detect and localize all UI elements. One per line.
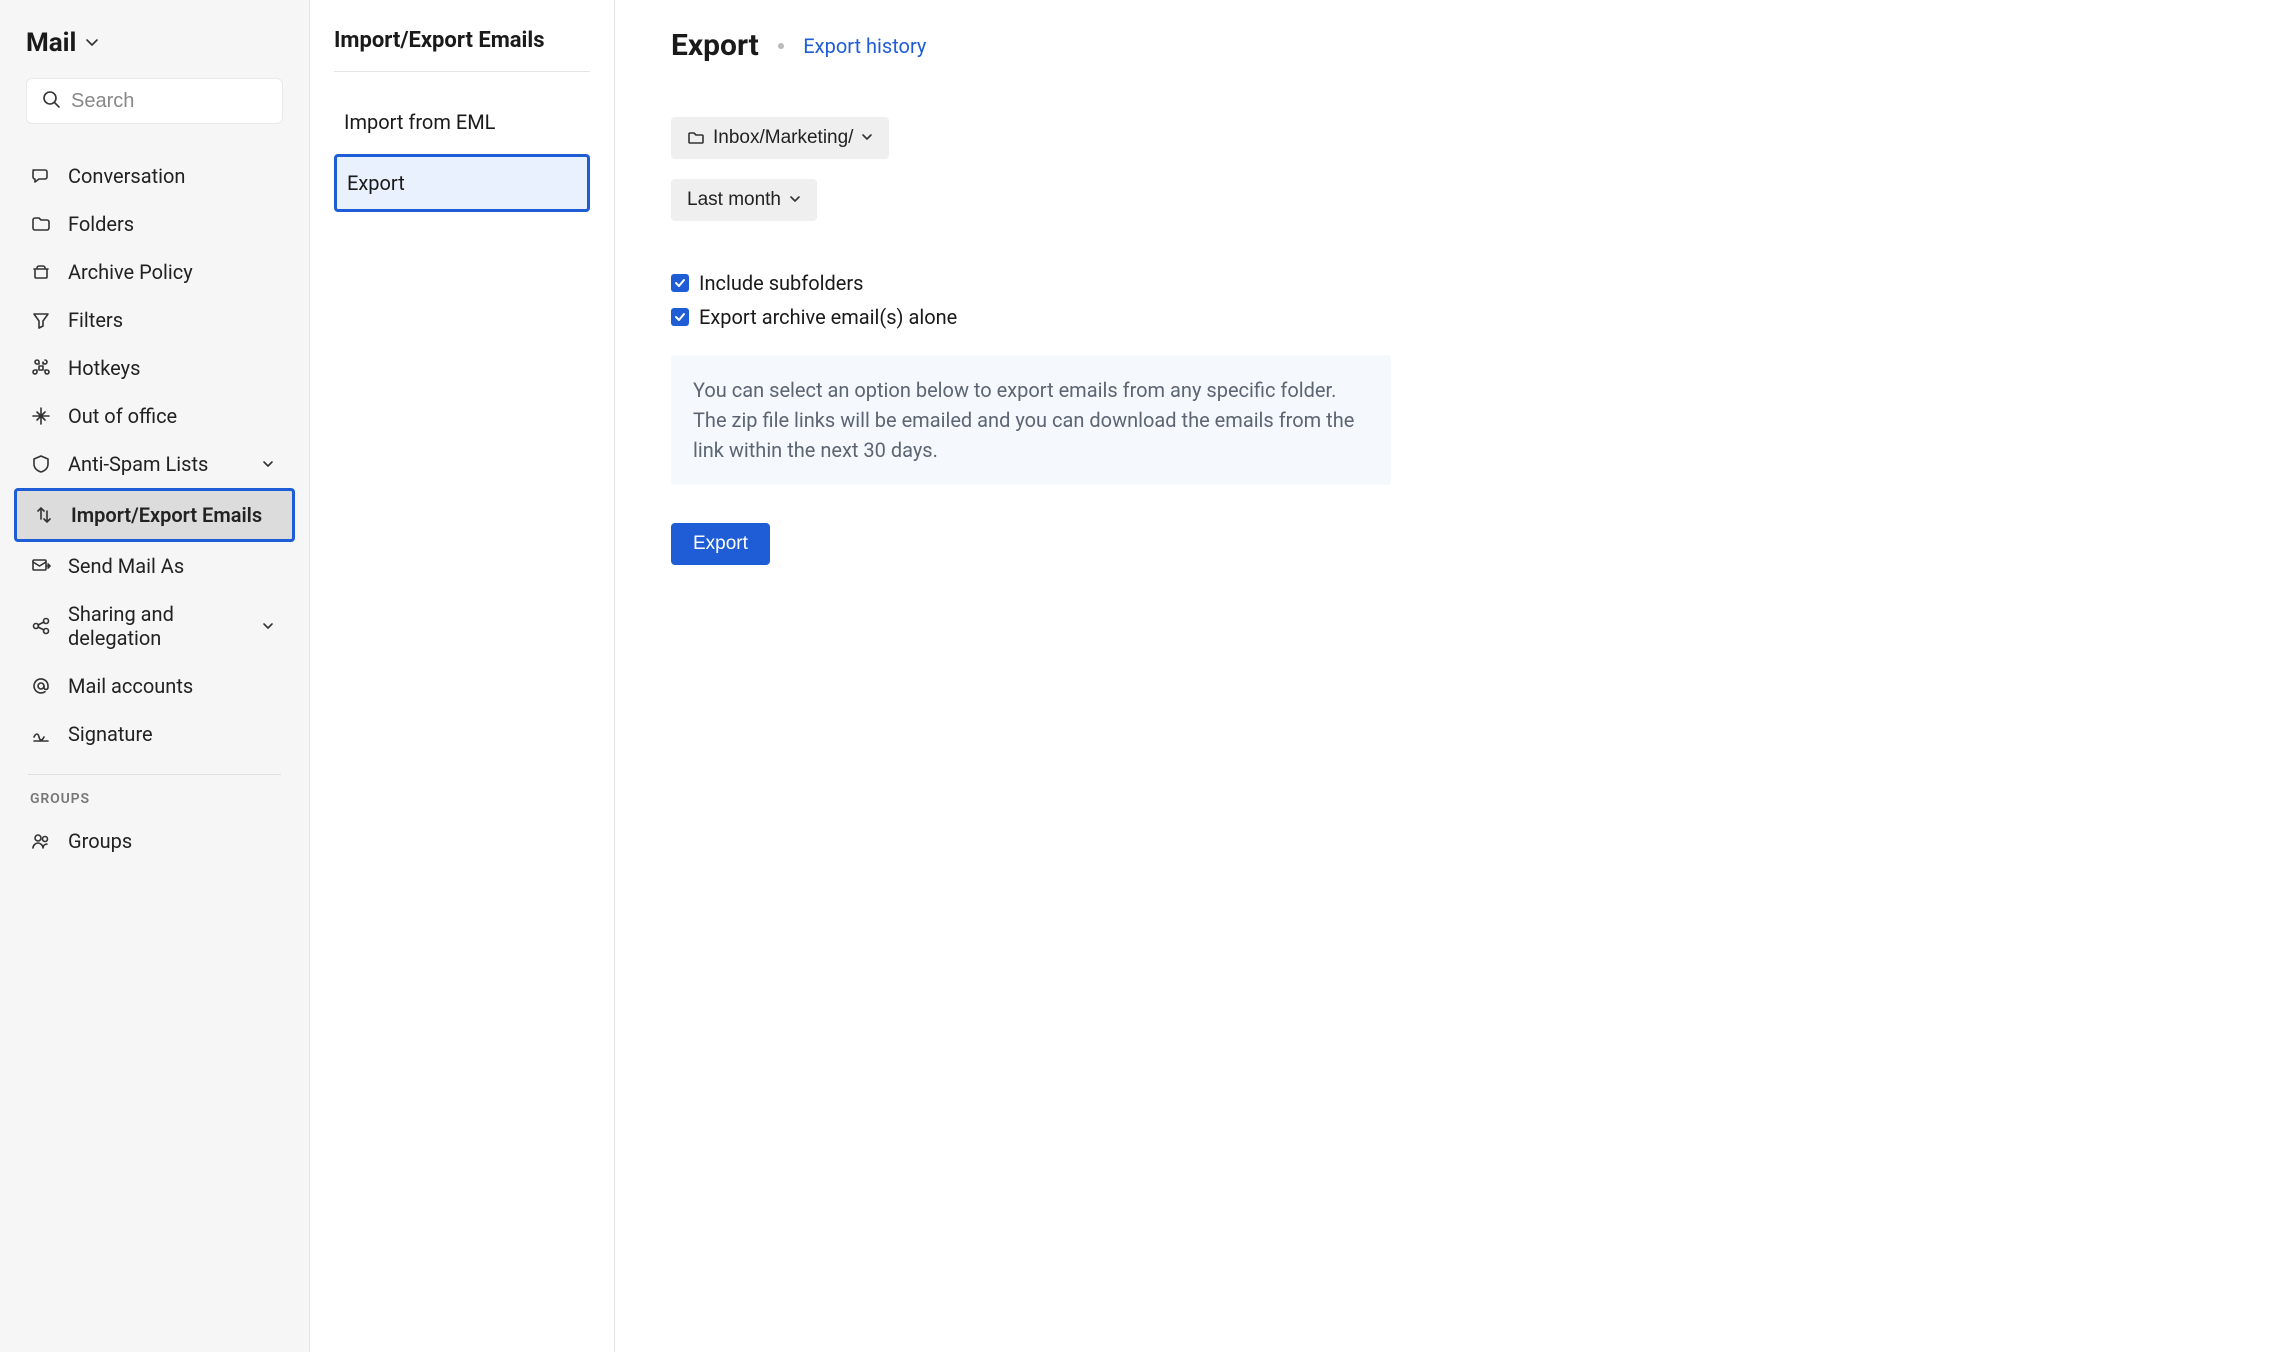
checkbox-label: Include subfolders: [699, 271, 863, 295]
divider: [28, 774, 281, 775]
sidebar-item-label: Anti-Spam Lists: [68, 452, 208, 476]
command-icon: [30, 357, 52, 379]
checkbox-label: Export archive email(s) alone: [699, 305, 957, 329]
sidebar-item-anti-spam[interactable]: Anti-Spam Lists: [14, 440, 295, 488]
notice-text: You can select an option below to export…: [671, 355, 1391, 485]
folder-selector[interactable]: Inbox/Marketing/: [671, 117, 889, 159]
sidebar-item-import-export[interactable]: Import/Export Emails: [14, 488, 295, 542]
chevron-down-icon: [84, 31, 100, 55]
sidebar-item-mail-accounts[interactable]: Mail accounts: [14, 662, 295, 710]
sidebar-item-label: Mail accounts: [68, 674, 193, 698]
sidebar-item-hotkeys[interactable]: Hotkeys: [14, 344, 295, 392]
groups-section-label: GROUPS: [14, 791, 295, 817]
sidebar-item-label: Signature: [68, 722, 153, 746]
subpanel: Import/Export Emails Import from EML Exp…: [310, 0, 615, 1352]
page-title: Export: [671, 28, 759, 63]
sidebar-item-sharing[interactable]: Sharing and delegation: [14, 590, 295, 662]
chevron-down-icon: [257, 453, 279, 475]
sidebar-item-filters[interactable]: Filters: [14, 296, 295, 344]
folder-icon: [30, 213, 52, 235]
export-button[interactable]: Export: [671, 523, 770, 565]
sidebar-title-dropdown[interactable]: Mail: [14, 28, 295, 78]
subpanel-item-export[interactable]: Export: [334, 154, 590, 212]
sidebar-item-out-of-office[interactable]: Out of office: [14, 392, 295, 440]
send-as-icon: [30, 555, 52, 577]
subpanel-item-label: Export: [347, 171, 405, 195]
sidebar-item-archive-policy[interactable]: Archive Policy: [14, 248, 295, 296]
sidebar-item-signature[interactable]: Signature: [14, 710, 295, 758]
sidebar-title: Mail: [26, 28, 76, 58]
airplane-icon: [30, 405, 52, 427]
search-box[interactable]: [26, 78, 283, 124]
chevron-down-icon: [861, 127, 873, 149]
subpanel-item-import-eml[interactable]: Import from EML: [334, 96, 590, 148]
sidebar-item-folders[interactable]: Folders: [14, 200, 295, 248]
nav-list: Conversation Folders Archive Policy Filt…: [14, 152, 295, 758]
main-header: Export ● Export history: [671, 28, 2214, 63]
sidebar-item-label: Hotkeys: [68, 356, 140, 380]
search-icon: [41, 89, 61, 114]
sidebar-item-label: Sharing and delegation: [68, 602, 241, 650]
export-archive-checkbox[interactable]: Export archive email(s) alone: [671, 305, 2214, 329]
include-subfolders-checkbox[interactable]: Include subfolders: [671, 271, 2214, 295]
date-range-selector[interactable]: Last month: [671, 179, 817, 221]
sidebar-item-label: Import/Export Emails: [71, 503, 262, 527]
sidebar-item-label: Conversation: [68, 164, 185, 188]
transfer-icon: [33, 504, 55, 526]
sidebar-item-label: Out of office: [68, 404, 177, 428]
folder-selector-value: Inbox/Marketing/: [713, 127, 853, 149]
sidebar-item-label: Filters: [68, 308, 123, 332]
date-range-value: Last month: [687, 189, 781, 211]
conversation-icon: [30, 165, 52, 187]
sidebar-item-groups[interactable]: Groups: [14, 817, 295, 865]
at-icon: [30, 675, 52, 697]
sidebar: Mail Conversation Folders Archive P: [0, 0, 310, 1352]
main-content: Export ● Export history Inbox/Marketing/…: [615, 0, 2270, 1352]
checkbox-checked-icon: [671, 274, 689, 292]
chevron-down-icon: [257, 615, 279, 637]
sidebar-item-conversation[interactable]: Conversation: [14, 152, 295, 200]
filter-icon: [30, 309, 52, 331]
checkbox-checked-icon: [671, 308, 689, 326]
shield-icon: [30, 453, 52, 475]
groups-nav-list: Groups: [14, 817, 295, 865]
subpanel-item-label: Import from EML: [344, 110, 495, 134]
chevron-down-icon: [789, 189, 801, 211]
archive-icon: [30, 261, 52, 283]
search-input[interactable]: [71, 90, 310, 113]
sidebar-item-label: Groups: [68, 829, 132, 853]
subpanel-title: Import/Export Emails: [334, 28, 590, 72]
sidebar-item-send-mail-as[interactable]: Send Mail As: [14, 542, 295, 590]
signature-icon: [30, 723, 52, 745]
sidebar-item-label: Archive Policy: [68, 260, 193, 284]
folder-icon: [687, 129, 705, 147]
sidebar-item-label: Folders: [68, 212, 134, 236]
share-icon: [30, 615, 52, 637]
export-history-link[interactable]: Export history: [803, 34, 926, 58]
group-icon: [30, 830, 52, 852]
sidebar-item-label: Send Mail As: [68, 554, 184, 578]
separator-dot: ●: [777, 37, 785, 54]
